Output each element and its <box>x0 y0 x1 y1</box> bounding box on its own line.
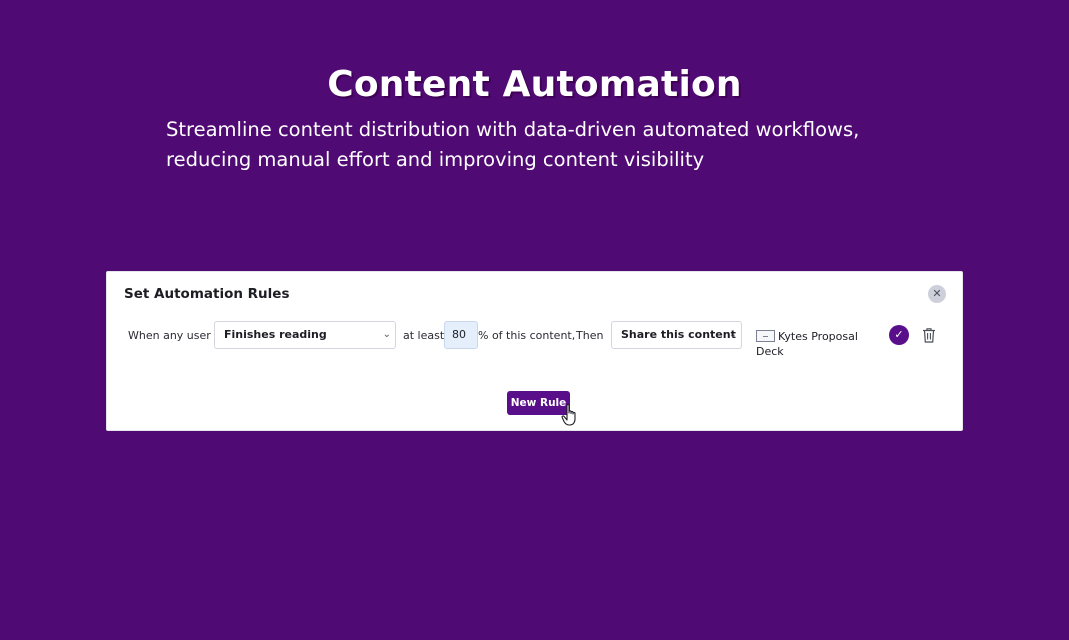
trash-icon[interactable] <box>922 327 936 343</box>
close-button[interactable]: ✕ <box>928 285 946 303</box>
chevron-down-icon: ⌄ <box>382 329 391 340</box>
page-title: Content Automation <box>327 64 742 105</box>
trigger-select[interactable]: Finishes reading ⌄ <box>214 321 396 349</box>
automation-rules-dialog: Set Automation Rules ✕ When any user Fin… <box>106 271 963 431</box>
at-least-label: at least <box>403 329 445 342</box>
hand-pointer-icon <box>561 404 576 426</box>
close-icon: ✕ <box>932 287 942 300</box>
dialog-title: Set Automation Rules <box>124 286 290 302</box>
percent-label: % of this content, <box>478 329 576 342</box>
check-icon: ✓ <box>894 328 904 341</box>
when-label: When any user <box>128 329 211 342</box>
chevron-down-icon: ⌄ <box>728 329 737 340</box>
then-label: Then <box>576 329 604 342</box>
confirm-rule-button[interactable]: ✓ <box>889 325 909 345</box>
action-select-value: Share this content <box>621 328 736 341</box>
percent-input[interactable]: 80 <box>444 321 478 349</box>
action-select[interactable]: Share this content ⌄ <box>611 321 742 349</box>
page-subtitle: Streamline content distribution with dat… <box>166 118 860 171</box>
trigger-select-value: Finishes reading <box>224 328 327 341</box>
selected-document[interactable]: Kytes Proposal Deck <box>756 329 871 359</box>
